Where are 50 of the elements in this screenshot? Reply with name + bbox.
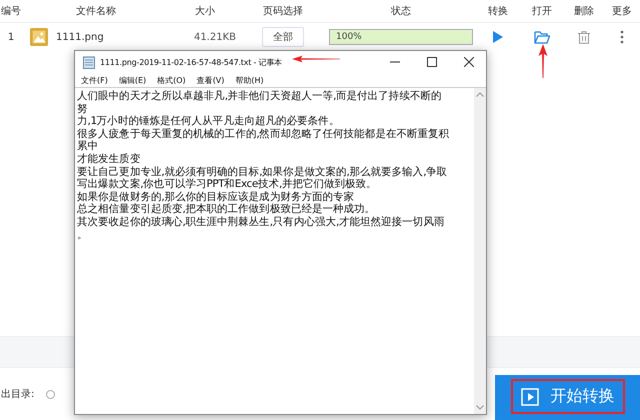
- menu-item[interactable]: 查看(V): [196, 74, 224, 86]
- menu-item[interactable]: 帮助(H): [235, 74, 264, 86]
- text-line: 人们眼中的天才之所以卓越非凡,并非他们天资超人一等,而是付出了持续不断的: [77, 90, 442, 103]
- scrollbar[interactable]: [474, 88, 486, 414]
- text-line: 力,1万小时的锤炼是任何人从平凡走向超凡的必要条件。: [77, 115, 340, 128]
- text-line: 其次要收起你的玻璃心,职生涯中荆棘丛生,只有内心强大,才能坦然迎接一切风雨: [77, 216, 446, 229]
- more-icon[interactable]: [620, 30, 624, 44]
- column-header: 打开: [531, 4, 553, 18]
- menu-item[interactable]: 格式(O): [157, 74, 186, 86]
- scroll-down-icon[interactable]: [476, 405, 484, 410]
- file-name: 1111.png: [56, 32, 104, 42]
- play-icon[interactable]: [493, 31, 503, 43]
- file-size: 41.21KB: [192, 32, 237, 42]
- folder-icon[interactable]: [534, 30, 550, 44]
- page-select-button[interactable]: 全部: [262, 27, 304, 47]
- trash-icon[interactable]: [578, 30, 590, 44]
- menu-item[interactable]: 文件(F): [81, 74, 108, 86]
- column-header: 大小: [194, 4, 216, 18]
- progress-text: 100%: [335, 32, 362, 42]
- column-header: 文件名称: [75, 4, 117, 18]
- pointer-arrow: [538, 44, 548, 78]
- radio-button[interactable]: [46, 390, 56, 398]
- image-file-icon: [30, 28, 48, 46]
- notepad-icon: [83, 56, 95, 68]
- pointer-arrow: [292, 54, 340, 64]
- column-header: 编号: [0, 4, 22, 18]
- output-label: 出目录:: [1, 388, 34, 401]
- text-line: 努: [77, 102, 89, 115]
- column-header: 更多: [611, 5, 633, 18]
- text-line: 如果你是做财务的,那么你的目标应该是成为财务方面的专家: [77, 190, 356, 203]
- column-header: 删除: [573, 5, 595, 18]
- text-line: 累中: [77, 140, 100, 153]
- menu-item[interactable]: 编辑(E): [118, 74, 146, 86]
- column-header: 转换: [487, 5, 509, 18]
- column-header: 页码选择: [262, 4, 304, 18]
- text-line: 很多人疲惫于每天重复的机械的工作的,然而却忽略了任何技能都是在不断重复积: [77, 128, 450, 140]
- close-icon[interactable]: [464, 57, 474, 67]
- row-number: 1: [6, 32, 16, 42]
- text-line: 写出爆款文案,你也可以学习PPT和Exce技术,并把它们做到极致。: [77, 178, 378, 191]
- text-line: 。: [77, 228, 89, 242]
- text-line: 总之相信量变引起质变,把本职的工作做到极致已经是一种成功。: [77, 203, 376, 216]
- column-header: 状态: [390, 4, 412, 18]
- text-line: 才能发生质变: [77, 152, 142, 166]
- window-title: 1111.png-2019-11-02-16-57-48-547.txt - 记事本: [100, 56, 282, 68]
- scroll-up-icon[interactable]: [476, 92, 484, 97]
- start-button[interactable]: 开始转换: [495, 375, 640, 420]
- start-label: 开始转换: [550, 387, 614, 407]
- play-icon: [520, 388, 538, 406]
- maximize-icon[interactable]: [427, 57, 437, 67]
- text-line: 要让自己更加专业,就必须有明确的目标,如果你是做文案的,那么就要多输入,争取: [77, 166, 448, 178]
